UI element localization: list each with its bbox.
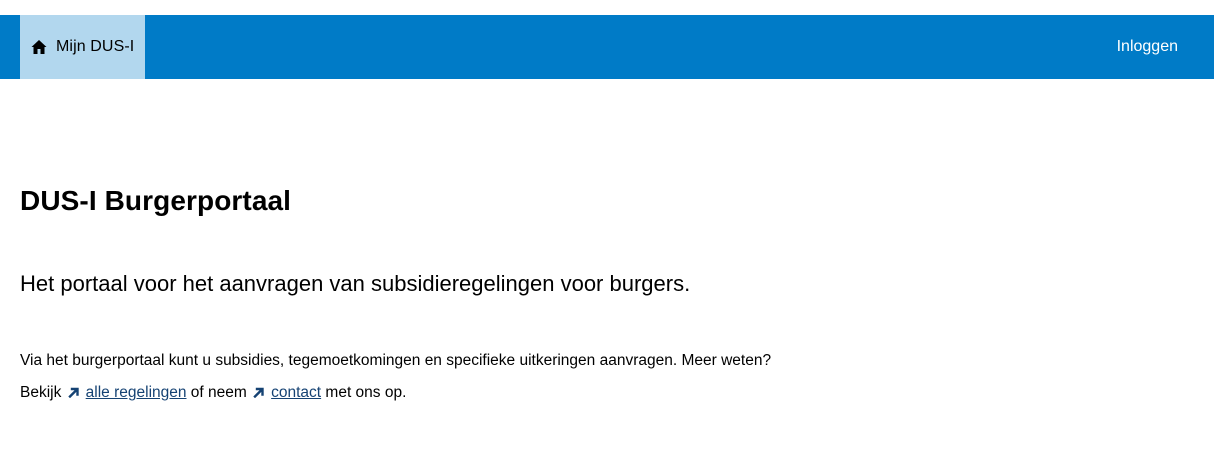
home-tab-label: Mijn DUS-I <box>56 38 135 55</box>
intro-text-part-2: of neem <box>186 384 247 401</box>
page-title: DUS-I Burgerportaal <box>20 185 292 216</box>
home-tab[interactable]: Mijn DUS-I <box>20 15 145 79</box>
intro-text-part-3: met ons op. <box>321 384 407 401</box>
top-navigation-bar: Mijn DUS-I Inloggen <box>0 15 1214 79</box>
all-regulations-link[interactable]: alle regelingen <box>86 384 187 401</box>
contact-link[interactable]: contact <box>271 384 321 401</box>
external-link-arrow-icon <box>67 378 80 399</box>
login-link[interactable]: Inloggen <box>1117 15 1178 79</box>
lead-text: Het portaal voor het aanvragen van subsi… <box>20 271 691 296</box>
intro-paragraph: Via het burgerportaal kunt u subsidies, … <box>20 345 810 409</box>
external-link-arrow-icon <box>253 378 265 399</box>
home-icon <box>30 38 48 56</box>
